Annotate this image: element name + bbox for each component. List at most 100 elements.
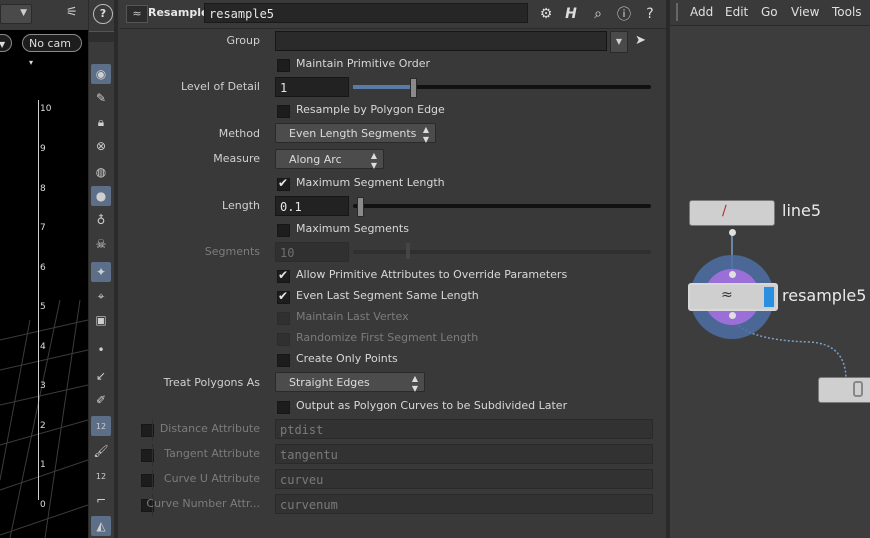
badge-text: 12	[95, 471, 107, 481]
viewport-toolbar: ▼ ⚟	[0, 0, 88, 30]
lock-icon[interactable]: 🔒︎	[91, 112, 111, 132]
up-down-icon: ▲ ▼	[370, 151, 377, 170]
render-icon[interactable]: ▣	[91, 310, 111, 330]
curve-u-attribute-label: Curve U Attribute	[163, 472, 260, 485]
allow-prim-attribs-label: Allow Primitive Attributes to Override P…	[296, 268, 568, 281]
brush-icon[interactable]: ✐	[91, 390, 111, 410]
slider-thumb[interactable]	[410, 78, 417, 98]
max-segment-length-checkbox[interactable]	[277, 176, 290, 191]
node-label-resample5: resample5	[782, 286, 867, 305]
allow-prim-attribs-checkbox[interactable]	[277, 268, 290, 283]
line-node-icon: ∕	[722, 203, 727, 219]
toolbar-header	[89, 31, 115, 42]
camera-lock-icon[interactable]: ⊗	[91, 136, 111, 156]
up-down-icon: ▲ ▼	[422, 125, 429, 144]
node-icon	[853, 381, 863, 397]
method-menu[interactable]: Even Length Segments ▲ ▼	[275, 123, 436, 144]
help-icon[interactable]: ?	[640, 4, 660, 24]
ruler-tick: 5	[40, 302, 46, 312]
chevron-down-icon: ▾	[29, 58, 34, 67]
input-connector[interactable]	[729, 271, 736, 278]
method-label: Method	[218, 127, 260, 140]
ghost-icon[interactable]: ✦	[91, 262, 111, 282]
output-connector[interactable]	[729, 229, 736, 236]
output-polygon-curves-label: Output as Polygon Curves to be Subdivide…	[296, 399, 568, 412]
ruler-tick: 0	[40, 500, 46, 510]
ruler-tick: 8	[40, 184, 46, 194]
max-segments-checkbox[interactable]	[277, 224, 290, 237]
point-icon[interactable]: •	[91, 340, 111, 360]
create-only-points-checkbox[interactable]	[277, 354, 290, 367]
snap-icon[interactable]: ⌖	[91, 286, 111, 306]
segments-slider	[353, 250, 651, 254]
distance-attribute-input: ptdist	[275, 419, 653, 439]
level-of-detail-label: Level of Detail	[180, 80, 260, 93]
randomize-first-segment-checkbox	[277, 333, 290, 346]
display-flag[interactable]	[764, 287, 774, 307]
curve-u-attribute-input: curveu	[275, 469, 653, 489]
maintain-primitive-order-checkbox[interactable]	[277, 59, 290, 72]
bulb-icon[interactable]: ♁	[91, 210, 111, 230]
method-value: Even Length Segments	[289, 127, 417, 140]
distance-attribute-label: Distance Attribute	[159, 422, 260, 435]
badge-text: 12	[95, 421, 107, 431]
chevron-down-icon: ▼	[615, 37, 623, 46]
randomize-first-segment-label: Randomize First Segment Length	[296, 331, 479, 344]
level-of-detail-input[interactable]: 1	[275, 77, 349, 97]
maintain-primitive-order-label: Maintain Primitive Order	[296, 57, 431, 70]
search-icon[interactable]: ⌕	[588, 4, 608, 24]
group-menu-button[interactable]: ▼	[610, 31, 628, 53]
info-icon[interactable]: ⓘ	[614, 4, 634, 24]
even-last-segment-label: Even Last Segment Same Length	[296, 289, 479, 302]
gear-icon[interactable]: ⚙	[536, 4, 556, 24]
node-line5[interactable]: ∕	[689, 200, 775, 226]
output-connector[interactable]	[729, 312, 736, 319]
node-downstream[interactable]	[818, 377, 870, 403]
resample-node-icon: ≈	[721, 287, 733, 303]
group-label: Group	[226, 34, 261, 47]
display-toolbar: ? ◉ ✎ 🔒︎ ⊗ ◍ ● ♁ ☠︎ ✦ ⌖ ▣ • ↙ ✐ 12 🖌︎ 12…	[88, 0, 115, 538]
even-last-segment-checkbox[interactable]	[277, 289, 290, 304]
view-menu-pill[interactable]: ▼	[0, 34, 12, 52]
display-options-icon[interactable]: ⚟	[66, 5, 78, 20]
measure-menu[interactable]: Along Arc ▲ ▼	[275, 149, 384, 170]
node-resample5[interactable]: ≈	[688, 283, 778, 311]
edge-icon[interactable]: ⌐	[91, 490, 111, 510]
resample-by-edge-checkbox[interactable]	[277, 105, 290, 118]
slider-thumb[interactable]	[357, 197, 364, 217]
viewport-dropdown[interactable]: ▼	[0, 4, 32, 24]
node-name-field[interactable]: resample5	[204, 3, 528, 23]
viewport[interactable]: 10 9 8 7 6 5 4 3 2 1 0 ▼ ⚟ ▼ No cam ▾	[0, 0, 88, 538]
camera-menu[interactable]: No cam ▾	[22, 34, 82, 67]
paint-icon[interactable]: 🖌︎	[91, 441, 111, 461]
backface-icon[interactable]: ◭	[91, 516, 111, 536]
treat-polygons-menu[interactable]: Straight Edges ▲ ▼	[275, 372, 425, 393]
slider-fill	[353, 85, 413, 89]
length-slider[interactable]	[353, 204, 651, 208]
headlight-icon[interactable]: ●	[91, 186, 111, 206]
chevron-down-icon: ▼	[0, 40, 6, 49]
length-input[interactable]: 0.1	[275, 196, 349, 216]
shading-icon[interactable]: ✎	[91, 88, 111, 108]
h-icon[interactable]: H	[561, 4, 581, 24]
node-label-line5: line5	[782, 201, 822, 220]
select-arrow-icon[interactable]: ➤	[635, 33, 646, 48]
ruler-tick: 9	[40, 144, 46, 154]
help-icon[interactable]: ?	[93, 4, 113, 24]
level-of-detail-slider[interactable]	[353, 85, 651, 89]
group-input[interactable]	[275, 31, 607, 51]
light-icon[interactable]: ◍	[91, 162, 111, 182]
prim-numbers-icon[interactable]: 12	[91, 466, 111, 486]
tangent-attribute-input: tangentu	[275, 444, 653, 464]
output-polygon-curves-checkbox[interactable]	[277, 401, 290, 414]
treat-polygons-label: Treat Polygons As	[163, 376, 260, 389]
node-type-label: Resample	[148, 6, 209, 19]
measure-value: Along Arc	[289, 153, 342, 166]
normal-icon[interactable]: ↙	[91, 366, 111, 386]
segments-input: 10	[275, 242, 349, 262]
slider-thumb	[406, 243, 410, 259]
skull-icon[interactable]: ☠︎	[91, 234, 111, 254]
wireframe-icon[interactable]: ◉	[91, 64, 111, 84]
point-numbers-icon[interactable]: 12	[91, 416, 111, 436]
treat-polygons-value: Straight Edges	[289, 376, 370, 389]
